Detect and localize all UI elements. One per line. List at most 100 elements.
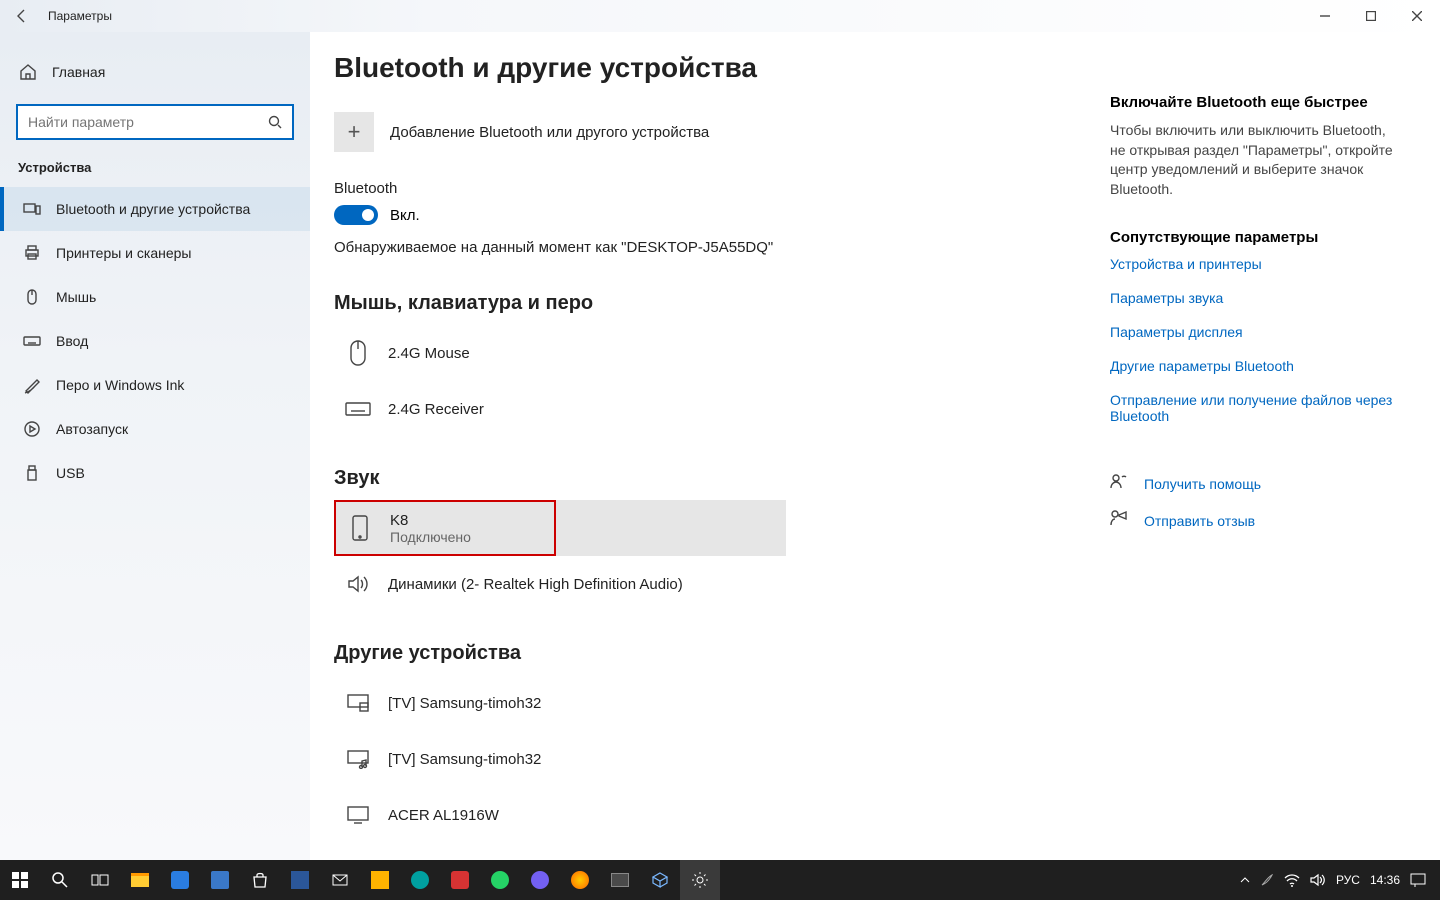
sidebar-item-label: Автозапуск bbox=[56, 421, 128, 437]
device-monitor[interactable]: ACER AL1916W bbox=[334, 787, 764, 843]
device-tv2[interactable]: [TV] Samsung-timoh32 bbox=[334, 731, 764, 787]
sidebar-item-label: Мышь bbox=[56, 289, 96, 305]
sidebar-item-label: Bluetooth и другие устройства bbox=[56, 201, 250, 217]
taskbar-app-settings[interactable] bbox=[680, 860, 720, 900]
taskbar-app-explorer[interactable] bbox=[120, 860, 160, 900]
pen-icon bbox=[22, 376, 42, 394]
sidebar-home-label: Главная bbox=[52, 64, 105, 80]
device-name: ACER AL1916W bbox=[388, 807, 499, 824]
tray-feather-icon[interactable] bbox=[1260, 873, 1274, 887]
taskbar-app-word[interactable] bbox=[280, 860, 320, 900]
tray-wifi-icon[interactable] bbox=[1284, 873, 1300, 887]
tray-volume-icon[interactable] bbox=[1310, 873, 1326, 887]
taskbar-app-camera[interactable] bbox=[600, 860, 640, 900]
search-input-wrapper[interactable] bbox=[16, 104, 294, 140]
taskview-button[interactable] bbox=[80, 860, 120, 900]
sidebar-home[interactable]: Главная bbox=[0, 50, 310, 94]
tray-notifications-icon[interactable] bbox=[1410, 873, 1426, 887]
device-name: [TV] Samsung-timoh32 bbox=[388, 695, 541, 712]
printer-icon bbox=[22, 244, 42, 262]
window-controls bbox=[1302, 0, 1440, 32]
device-name: K8 bbox=[390, 512, 471, 529]
sidebar-item-pen[interactable]: Перо и Windows Ink bbox=[0, 363, 310, 407]
bluetooth-toggle[interactable] bbox=[334, 205, 378, 225]
sidebar-item-label: USB bbox=[56, 465, 85, 481]
devices-icon bbox=[22, 200, 42, 218]
maximize-button[interactable] bbox=[1348, 0, 1394, 32]
keyboard-icon bbox=[22, 332, 42, 350]
device-name: [TV] Samsung-timoh32 bbox=[388, 751, 541, 768]
tray-chevron-icon[interactable] bbox=[1240, 875, 1250, 885]
cast-icon bbox=[340, 693, 376, 713]
sidebar: Главная Устройства Bluetooth и другие ус… bbox=[0, 32, 310, 860]
monitor-icon bbox=[340, 805, 376, 825]
back-button[interactable] bbox=[0, 0, 44, 32]
close-button[interactable] bbox=[1394, 0, 1440, 32]
taskbar-app-firefox[interactable] bbox=[560, 860, 600, 900]
sidebar-item-autoplay[interactable]: Автозапуск bbox=[0, 407, 310, 451]
taskbar: РУС 14:36 bbox=[0, 860, 1440, 900]
device-status: Подключено bbox=[390, 529, 471, 545]
link-display-settings[interactable]: Параметры дисплея bbox=[1110, 324, 1400, 340]
device-k8[interactable]: K8 Подключено bbox=[334, 500, 556, 556]
link-sound-settings[interactable]: Параметры звука bbox=[1110, 290, 1400, 306]
window-title: Параметры bbox=[48, 9, 112, 23]
mouse-icon bbox=[340, 339, 376, 367]
speaker-icon bbox=[340, 572, 376, 596]
tray-language[interactable]: РУС bbox=[1336, 873, 1360, 887]
device-tv1[interactable]: [TV] Samsung-timoh32 bbox=[334, 675, 764, 731]
taskbar-app-ccleaner[interactable] bbox=[440, 860, 480, 900]
device-receiver[interactable]: 2.4G Receiver bbox=[334, 381, 764, 437]
main-content: Bluetooth и другие устройства + Добавлен… bbox=[310, 32, 1100, 860]
taskbar-app-whatsapp[interactable] bbox=[480, 860, 520, 900]
link-send-receive-bt[interactable]: Отправление или получение файлов через B… bbox=[1110, 392, 1400, 424]
add-device-button[interactable]: + Добавление Bluetooth или другого устро… bbox=[334, 112, 1100, 152]
taskbar-app-viber[interactable] bbox=[520, 860, 560, 900]
section-mouse-keyboard: Мышь, клавиатура и перо bbox=[334, 292, 1100, 315]
sidebar-item-bluetooth[interactable]: Bluetooth и другие устройства bbox=[0, 187, 310, 231]
add-device-label: Добавление Bluetooth или другого устройс… bbox=[390, 124, 709, 141]
system-tray: РУС 14:36 bbox=[1240, 873, 1440, 887]
link-devices-printers[interactable]: Устройства и принтеры bbox=[1110, 256, 1400, 272]
sidebar-item-mouse[interactable]: Мышь bbox=[0, 275, 310, 319]
mouse-icon bbox=[22, 288, 42, 306]
taskbar-app-yellow[interactable] bbox=[360, 860, 400, 900]
window-titlebar: Параметры bbox=[0, 0, 1440, 32]
page-title: Bluetooth и другие устройства bbox=[334, 52, 1100, 84]
search-input[interactable] bbox=[18, 106, 258, 138]
device-mouse[interactable]: 2.4G Mouse bbox=[334, 325, 764, 381]
taskbar-app-mail[interactable] bbox=[320, 860, 360, 900]
taskbar-app-cube[interactable] bbox=[640, 860, 680, 900]
link-more-bluetooth[interactable]: Другие параметры Bluetooth bbox=[1110, 358, 1400, 374]
feedback-icon bbox=[1110, 509, 1134, 532]
sidebar-item-usb[interactable]: USB bbox=[0, 451, 310, 495]
taskbar-app-store[interactable] bbox=[240, 860, 280, 900]
device-name: 2.4G Receiver bbox=[388, 401, 484, 418]
device-speakers[interactable]: Динамики (2- Realtek High Definition Aud… bbox=[334, 556, 764, 612]
section-sound: Звук bbox=[334, 467, 1100, 490]
search-button[interactable] bbox=[40, 860, 80, 900]
taskbar-app-teal[interactable] bbox=[400, 860, 440, 900]
bluetooth-toggle-state: Вкл. bbox=[390, 207, 420, 224]
tray-clock[interactable]: 14:36 bbox=[1370, 873, 1400, 887]
autoplay-icon bbox=[22, 420, 42, 438]
right-panel: Включайте Bluetooth еще быстрее Чтобы вк… bbox=[1100, 32, 1430, 860]
taskbar-app-edge[interactable] bbox=[160, 860, 200, 900]
usb-icon bbox=[22, 464, 42, 482]
discoverable-text: Обнаруживаемое на данный момент как "DES… bbox=[334, 239, 1100, 256]
sidebar-item-typing[interactable]: Ввод bbox=[0, 319, 310, 363]
sidebar-item-printers[interactable]: Принтеры и сканеры bbox=[0, 231, 310, 275]
sidebar-item-label: Ввод bbox=[56, 333, 88, 349]
minimize-button[interactable] bbox=[1302, 0, 1348, 32]
plus-icon: + bbox=[334, 112, 374, 152]
section-other: Другие устройства bbox=[334, 642, 1100, 665]
get-help-link[interactable]: Получить помощь bbox=[1110, 472, 1400, 495]
get-help-label: Получить помощь bbox=[1144, 476, 1261, 492]
sidebar-item-label: Перо и Windows Ink bbox=[56, 377, 184, 393]
taskbar-app-security[interactable] bbox=[200, 860, 240, 900]
feedback-link[interactable]: Отправить отзыв bbox=[1110, 509, 1400, 532]
home-icon bbox=[18, 63, 38, 81]
keyboard-icon bbox=[340, 400, 376, 418]
related-title: Сопутствующие параметры bbox=[1110, 229, 1400, 246]
start-button[interactable] bbox=[0, 860, 40, 900]
